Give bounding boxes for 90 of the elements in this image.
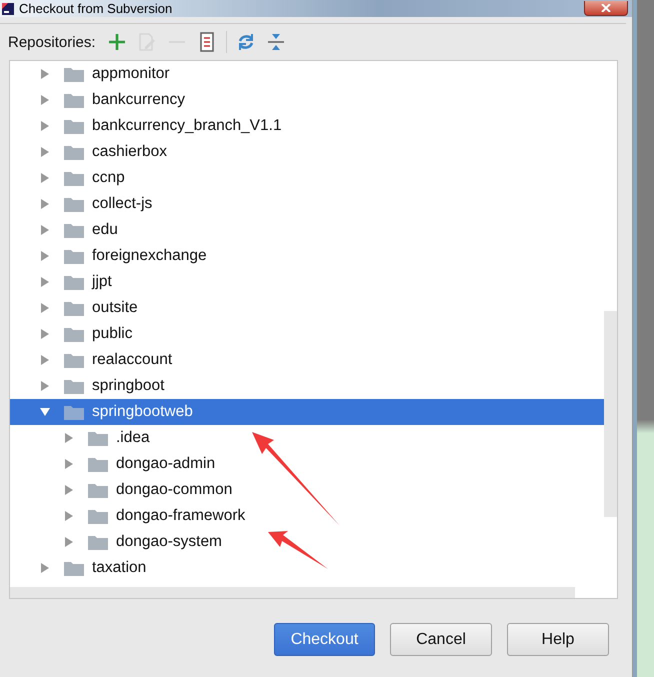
- dialog-button[interactable]: Cancel: [390, 623, 492, 656]
- tree-item-label: appmonitor: [92, 65, 170, 83]
- tree-item[interactable]: ccnp: [10, 165, 604, 191]
- folder-icon: [64, 560, 84, 576]
- folder-icon: [64, 196, 84, 212]
- tree-item-label: bankcurrency_branch_V1.1: [92, 117, 282, 135]
- tree-item-label: public: [92, 325, 132, 343]
- collapsed-arrow-icon[interactable]: [40, 303, 50, 313]
- expanded-arrow-icon[interactable]: [40, 407, 50, 417]
- collapsed-arrow-icon[interactable]: [40, 121, 50, 131]
- collapsed-arrow-icon[interactable]: [40, 225, 50, 235]
- folder-icon: [64, 248, 84, 264]
- app-icon: [2, 2, 14, 14]
- tree-item[interactable]: foreignexchange: [10, 243, 604, 269]
- folder-icon: [64, 222, 84, 238]
- folder-icon: [64, 66, 84, 82]
- collapsed-arrow-icon[interactable]: [40, 173, 50, 183]
- collapsed-arrow-icon[interactable]: [64, 511, 74, 521]
- collapsed-arrow-icon[interactable]: [40, 381, 50, 391]
- close-button[interactable]: [584, 1, 628, 16]
- tree-item[interactable]: bankcurrency_branch_V1.1: [10, 113, 604, 139]
- tree-item[interactable]: outsite: [10, 295, 604, 321]
- collapsed-arrow-icon[interactable]: [40, 251, 50, 261]
- tree-item-label: .idea: [116, 429, 150, 447]
- repositories-label: Repositories:: [8, 34, 96, 50]
- tree-item[interactable]: jjpt: [10, 269, 604, 295]
- collapsed-arrow-icon[interactable]: [64, 433, 74, 443]
- collapsed-arrow-icon[interactable]: [40, 277, 50, 287]
- tree-item-label: springboot: [92, 377, 164, 395]
- tree-item[interactable]: springbootweb: [10, 399, 604, 425]
- tree-item-label: cashierbox: [92, 143, 167, 161]
- tree-item[interactable]: bankcurrency: [10, 87, 604, 113]
- collapsed-arrow-icon[interactable]: [40, 199, 50, 209]
- tree-item[interactable]: dongao-admin: [10, 451, 604, 477]
- dialog-button[interactable]: Help: [507, 623, 609, 656]
- tree-item[interactable]: collect-js: [10, 191, 604, 217]
- folder-icon: [64, 92, 84, 108]
- folder-icon: [64, 404, 84, 420]
- collapsed-arrow-icon[interactable]: [40, 329, 50, 339]
- tree-item[interactable]: realaccount: [10, 347, 604, 373]
- tree-item-label: dongao-system: [116, 533, 222, 551]
- tree-item-label: realaccount: [92, 351, 172, 369]
- folder-icon: [64, 326, 84, 342]
- vertical-scrollbar[interactable]: [604, 311, 617, 517]
- folder-icon: [64, 352, 84, 368]
- tree-item-label: dongao-admin: [116, 455, 216, 473]
- collapsed-arrow-icon[interactable]: [64, 537, 74, 547]
- collapsed-arrow-icon[interactable]: [40, 95, 50, 105]
- collapsed-arrow-icon[interactable]: [64, 459, 74, 469]
- dialog-button[interactable]: Checkout: [274, 623, 375, 656]
- folder-icon: [64, 118, 84, 134]
- folder-icon: [64, 144, 84, 160]
- tree-item[interactable]: edu: [10, 217, 604, 243]
- folder-icon: [64, 300, 84, 316]
- tree-item-label: dongao-common: [116, 481, 232, 499]
- folder-icon: [64, 170, 84, 186]
- tree-item[interactable]: dongao-common: [10, 477, 604, 503]
- tree-item[interactable]: dongao-system: [10, 529, 604, 555]
- tree-item-label: springbootweb: [92, 403, 193, 421]
- tree-item-label: outsite: [92, 299, 138, 317]
- folder-icon: [64, 274, 84, 290]
- tree-item-label: dongao-framework: [116, 507, 246, 525]
- folder-icon: [88, 430, 108, 446]
- tree-item[interactable]: dongao-framework: [10, 503, 604, 529]
- tree-item[interactable]: appmonitor: [10, 61, 604, 87]
- tree-item-label: edu: [92, 221, 118, 239]
- collapsed-arrow-icon[interactable]: [64, 485, 74, 495]
- tree-item-label: taxation: [92, 559, 146, 577]
- folder-icon: [88, 482, 108, 498]
- horizontal-scrollbar[interactable]: [10, 587, 575, 598]
- tree-item-label: ccnp: [92, 169, 125, 187]
- collapsed-arrow-icon[interactable]: [40, 355, 50, 365]
- tree-item-label: jjpt: [92, 273, 112, 291]
- close-icon: [601, 4, 611, 12]
- collapsed-arrow-icon[interactable]: [40, 69, 50, 79]
- tree-item[interactable]: springboot: [10, 373, 604, 399]
- window-title: Checkout from Subversion: [19, 1, 174, 16]
- folder-icon: [88, 534, 108, 550]
- tree-item[interactable]: .idea: [10, 425, 604, 451]
- folder-icon: [64, 378, 84, 394]
- tree-item-label: bankcurrency: [92, 91, 186, 109]
- tree-item[interactable]: taxation: [10, 555, 604, 581]
- collapsed-arrow-icon[interactable]: [40, 563, 50, 573]
- tree-item-label: collect-js: [92, 195, 152, 213]
- tree-item-label: foreignexchange: [92, 247, 207, 265]
- collapsed-arrow-icon[interactable]: [40, 147, 50, 157]
- folder-icon: [88, 508, 108, 524]
- tree-item[interactable]: public: [10, 321, 604, 347]
- folder-icon: [88, 456, 108, 472]
- tree-item[interactable]: cashierbox: [10, 139, 604, 165]
